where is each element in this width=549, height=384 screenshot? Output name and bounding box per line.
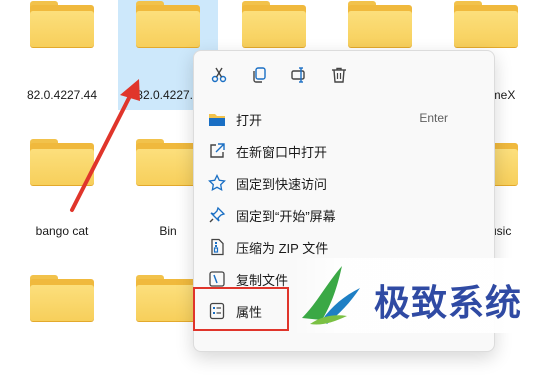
delete-icon [332, 67, 346, 83]
zip-icon [211, 238, 224, 256]
menu-item-label: 在新窗口中打开 [236, 145, 328, 160]
watermark-logo [302, 266, 360, 325]
cut-button[interactable] [204, 61, 234, 89]
folder-icon [348, 1, 412, 47]
menu-item-label: 固定到快速访问 [236, 177, 328, 192]
folder-label: 82.0.4227.44 [26, 88, 98, 102]
delete-button[interactable] [324, 61, 354, 89]
menu-item-label: 打开 [236, 113, 263, 128]
folder-tile[interactable] [12, 272, 112, 384]
menu-item-label: 压缩为 ZIP 文件 [236, 241, 329, 256]
watermark: 极致系统 [292, 258, 549, 333]
menu-item-open[interactable]: 打开 Enter [200, 103, 488, 133]
folder-icon [30, 275, 94, 321]
annotation-highlight-box [193, 287, 289, 331]
folder-icon [136, 275, 200, 321]
menu-item-compress-zip[interactable]: 压缩为 ZIP 文件 [200, 231, 488, 261]
copy-path-icon [209, 271, 225, 287]
menu-item-open-new-window[interactable]: 在新窗口中打开 [200, 135, 488, 165]
new-window-icon [210, 143, 225, 158]
copy-icon [253, 67, 266, 83]
folder-icon [454, 1, 518, 47]
rename-icon [291, 67, 305, 83]
folder-open-icon [209, 114, 225, 126]
cut-icon [211, 67, 227, 83]
watermark-text: 极致系统 [374, 283, 523, 324]
menu-item-pin-quick-access[interactable]: 固定到快速访问 [200, 167, 488, 197]
folder-icon [136, 139, 200, 185]
folder-label: bango cat [35, 224, 89, 238]
copy-button[interactable] [244, 61, 274, 89]
menu-item-label: 固定到“开始”屏幕 [236, 209, 336, 224]
rename-button[interactable] [284, 61, 314, 89]
folder-icon [30, 1, 94, 47]
menu-item-pin-start[interactable]: 固定到“开始”屏幕 [200, 199, 488, 229]
folder-icon [242, 1, 306, 47]
pin-icon [209, 206, 226, 223]
quick-actions-bar [194, 61, 494, 89]
folder-icon [30, 139, 94, 185]
folder-icon [136, 1, 200, 47]
star-icon [208, 174, 226, 192]
menu-item-shortcut: Enter [419, 111, 448, 125]
